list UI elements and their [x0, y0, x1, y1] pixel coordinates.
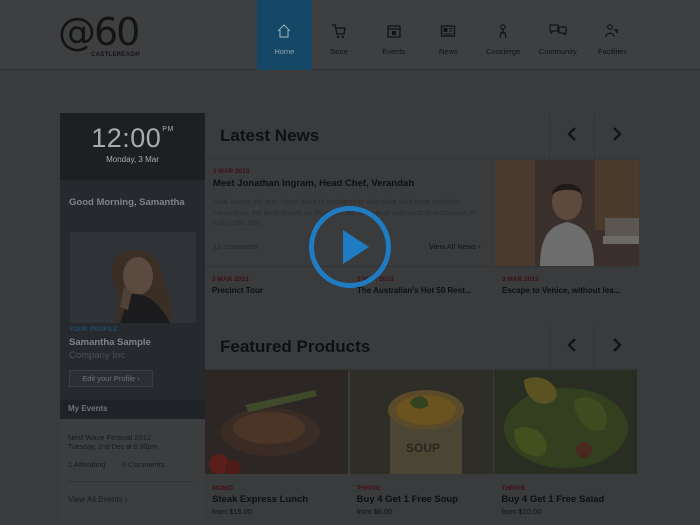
nav-item-store[interactable]: Store: [312, 0, 367, 70]
nav-item-concierge[interactable]: Concierge: [476, 0, 531, 70]
nav-label: Community: [538, 47, 577, 56]
next-button[interactable]: [594, 113, 639, 159]
edit-profile-button[interactable]: Edit your Profile ›: [69, 370, 153, 387]
edit-profile-label: Edit your Profile: [82, 374, 136, 383]
news-title[interactable]: Precinct Tour: [212, 286, 263, 295]
nav-label: Facilities: [597, 47, 628, 56]
news-title[interactable]: Escape to Venice, without lea...: [502, 286, 620, 295]
clock-time-value: 12:00: [91, 123, 162, 153]
product-card[interactable]: THRIVE Buy 4 Get 1 Free Salad from $10.0…: [494, 370, 639, 520]
chevron-right-icon: ›: [478, 242, 481, 251]
play-button[interactable]: [309, 206, 391, 288]
prev-button[interactable]: [549, 324, 594, 370]
product-brand: THRIVE: [356, 485, 381, 492]
next-button[interactable]: [594, 324, 639, 370]
product-name[interactable]: Steak Express Lunch: [212, 494, 308, 505]
chat-bubbles-icon: [549, 22, 567, 40]
event-name[interactable]: Next Wave Festival 2012: [68, 433, 151, 442]
logo[interactable]: @60 CASTLEREAGH: [58, 10, 140, 58]
chevron-right-icon: [611, 337, 623, 358]
profile-photo: [70, 232, 196, 323]
divider: [68, 481, 196, 482]
product-brand: THRIVE: [501, 485, 526, 492]
section-title: Featured Products: [220, 337, 371, 356]
nav-label: Home: [274, 47, 295, 56]
profile-company: Company Inc: [69, 350, 125, 361]
section-header: Latest News: [205, 113, 639, 159]
product-card[interactable]: SOUP THRIVE Buy 4 Get 1 Free Soup from $…: [349, 370, 495, 520]
nav-item-home[interactable]: Home: [257, 0, 312, 70]
profile-name: Samantha Sample: [69, 337, 151, 348]
prev-button[interactable]: [549, 113, 594, 159]
greeting: Good Morning, Samantha: [69, 197, 185, 208]
nav-label: Events: [382, 47, 406, 56]
profile-panel: Good Morning, Samantha YOUR PROFILE Sama…: [60, 180, 205, 400]
chevron-right-icon: ›: [124, 495, 128, 504]
nav-item-events[interactable]: Events: [366, 0, 421, 70]
facilities-icon: [603, 22, 621, 40]
news-date: 3 MAR 2013: [212, 276, 249, 283]
cart-icon: [330, 22, 348, 40]
view-all-news-label: View All News: [429, 242, 476, 251]
main-nav: Home Store Events News Concierge Communi…: [257, 0, 640, 70]
news-title[interactable]: Meet Jonathan Ingram, Head Chef, Veranda…: [213, 178, 414, 189]
view-all-news-link[interactable]: View All News ›: [429, 242, 481, 251]
clock-suffix: PM: [162, 126, 174, 133]
clock-widget: 12:00PM Monday, 3 Mar: [60, 113, 205, 180]
news-date: 3 MAR 2013: [213, 168, 250, 175]
chevron-right-icon: ›: [137, 374, 140, 383]
product-price: from $10.00: [501, 507, 542, 516]
sidebar: 12:00PM Monday, 3 Mar Good Morning, Sama…: [60, 113, 205, 520]
news-comments[interactable]: 12 comments: [213, 242, 258, 251]
featured-products-section: Featured Products MOMO Steak Express Lun…: [205, 324, 639, 520]
product-photo[interactable]: [205, 370, 348, 474]
chevron-right-icon: [611, 126, 623, 147]
product-name[interactable]: Buy 4 Get 1 Free Salad: [501, 494, 604, 505]
concierge-icon: [494, 22, 512, 40]
svg-text:SOUP: SOUP: [406, 441, 440, 455]
view-all-events-label: View All Events: [68, 495, 123, 504]
product-photo[interactable]: [494, 370, 638, 474]
nav-item-facilities[interactable]: Facilities: [585, 0, 640, 70]
product-name[interactable]: Buy 4 Get 1 Free Soup: [357, 494, 458, 505]
clock-time: 12:00PM: [60, 123, 205, 154]
news-photo[interactable]: [495, 160, 639, 266]
news-title[interactable]: The Australian's Hot 50 Rest...: [357, 286, 472, 295]
event-date: Tuesday, 2nd Dec at 6:30pm: [68, 444, 158, 451]
clock-date: Monday, 3 Mar: [106, 155, 159, 164]
nav-item-community[interactable]: Community: [530, 0, 585, 70]
newspaper-icon: [439, 22, 457, 40]
section-header: Featured Products: [205, 324, 639, 370]
nav-label: Store: [330, 47, 348, 56]
logo-subtext: CASTLEREAGH: [91, 52, 140, 58]
latest-news-section: Latest News 3 MAR 2013 Meet Jonathan Ing…: [205, 113, 639, 298]
product-photo[interactable]: SOUP: [349, 370, 493, 474]
view-all-events-link[interactable]: View All Events ›: [68, 495, 127, 504]
product-list: MOMO Steak Express Lunch from $15.00 SOU…: [205, 370, 639, 520]
chevron-left-icon: [566, 337, 578, 358]
nav-label: News: [439, 47, 458, 56]
chevron-left-icon: [566, 126, 578, 147]
calendar-icon: [385, 22, 403, 40]
product-card[interactable]: MOMO Steak Express Lunch from $15.00: [205, 370, 350, 520]
event-comments[interactable]: 0 Comments: [122, 460, 165, 469]
header: @60 CASTLEREAGH Home Store Events News C…: [0, 0, 700, 70]
home-icon: [275, 22, 293, 40]
play-icon: [343, 230, 369, 264]
nav-label: Concierge: [486, 47, 521, 56]
logo-text: @60: [58, 10, 140, 54]
product-price: from $15.00: [212, 507, 253, 516]
nav-item-news[interactable]: News: [421, 0, 476, 70]
product-price: from $6.00: [356, 507, 393, 516]
news-item[interactable]: 3 MAR 2013 Escape to Venice, without lea…: [495, 266, 639, 298]
section-title: Latest News: [220, 126, 320, 145]
product-brand: MOMO: [212, 485, 233, 492]
profile-tag: YOUR PROFILE: [69, 326, 118, 333]
my-events-header: My Events: [60, 400, 205, 419]
event-attending: 1 Attending: [68, 460, 106, 469]
news-date: 3 MAR 2013: [502, 276, 539, 283]
